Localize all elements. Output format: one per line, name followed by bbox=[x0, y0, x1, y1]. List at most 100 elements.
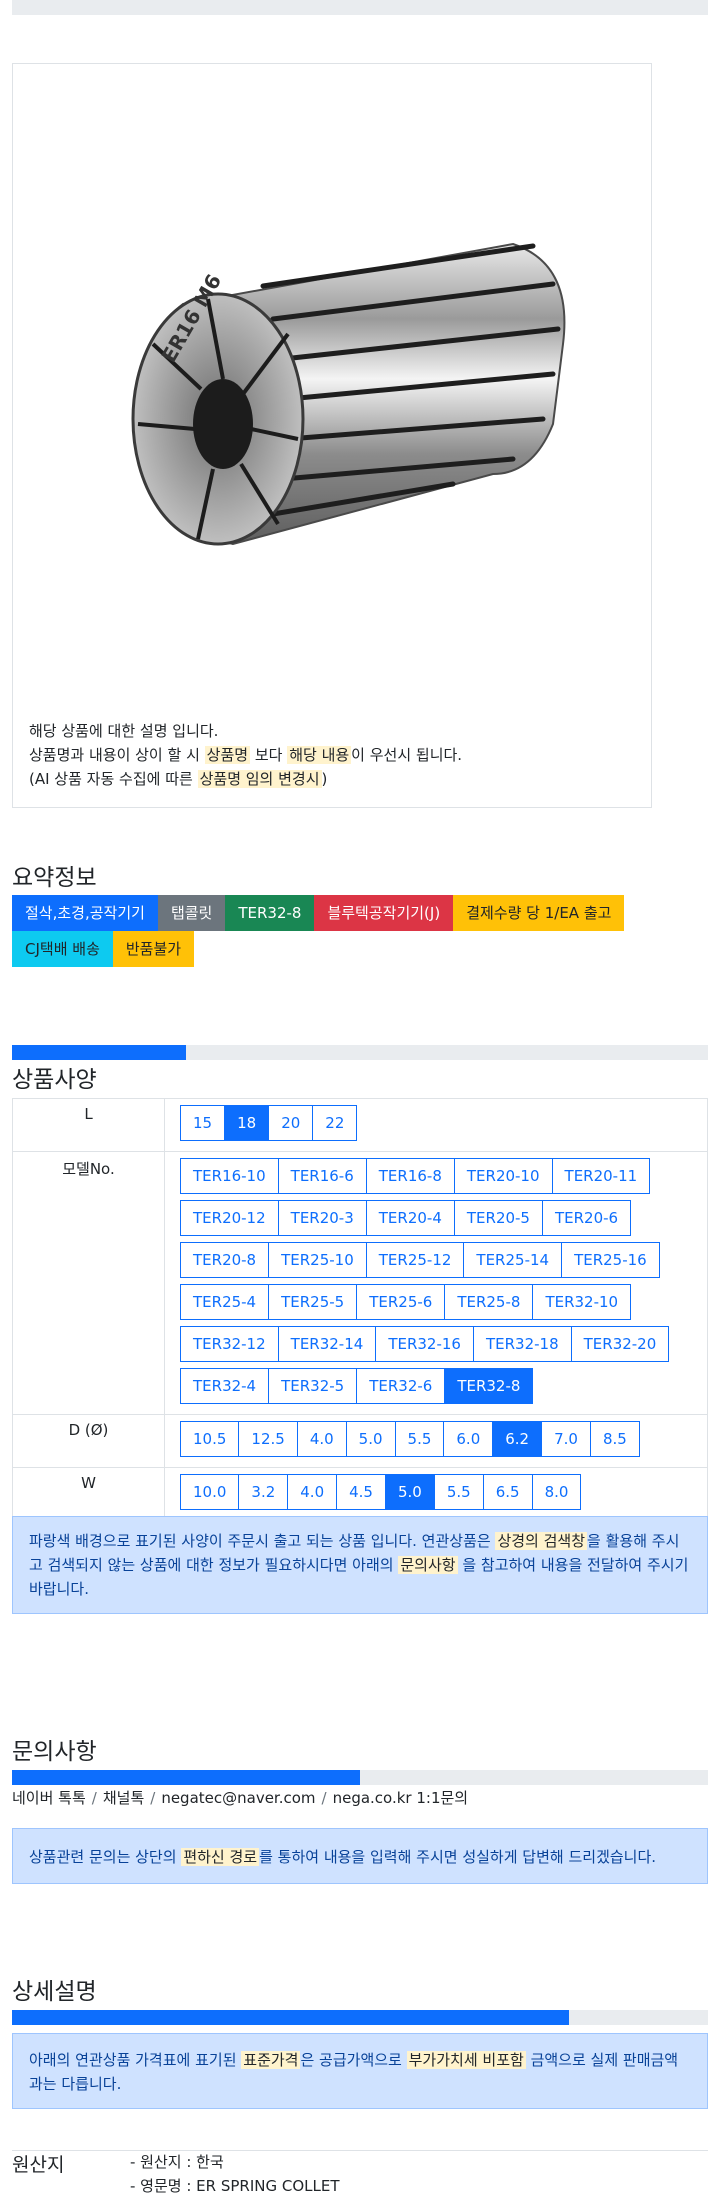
spec-option[interactable]: TER16-8 bbox=[365, 1158, 455, 1194]
badge-model: TER32-8 bbox=[225, 895, 315, 931]
spec-option[interactable]: 5.0 bbox=[345, 1421, 396, 1457]
spec-option[interactable]: TER25-14 bbox=[463, 1242, 563, 1278]
spec-key: 모델No. bbox=[12, 1151, 165, 1415]
spec-options: 10.0 3.2 4.0 4.5 5.0 5.5 6.5 8.0 bbox=[164, 1467, 708, 1521]
badge-shipping: CJ택배 배송 bbox=[12, 931, 113, 967]
spec-row: L 15 18 20 22 bbox=[12, 1098, 708, 1152]
description-line-3: (AI 상품 자동 수집에 따른 상품명 임의 변경시) bbox=[29, 770, 328, 788]
spec-option[interactable]: 4.0 bbox=[296, 1421, 347, 1457]
spec-option[interactable]: TER20-5 bbox=[453, 1200, 543, 1236]
spec-option[interactable]: 5.5 bbox=[394, 1421, 445, 1457]
spec-option[interactable]: TER25-10 bbox=[268, 1242, 367, 1278]
origin-info: - 원산지 : 한국 - 영문명 : ER SPRING COLLET bbox=[130, 2150, 340, 2196]
spec-option-selected[interactable]: 5.0 bbox=[384, 1474, 435, 1510]
spec-option[interactable]: 12.5 bbox=[238, 1421, 298, 1457]
origin-divider bbox=[12, 2150, 708, 2151]
spec-option[interactable]: TER16-6 bbox=[277, 1158, 367, 1194]
spec-table: L 15 18 20 22 모델No. TER16-10 TER16-6 TER16-8 TER2… bbox=[12, 1098, 708, 1521]
spec-key: D (Ø) bbox=[12, 1414, 165, 1468]
spec-key: W bbox=[12, 1467, 165, 1521]
detail-progress bbox=[12, 2010, 708, 2025]
inquiry-notice: 상품관련 문의는 상단의 편하신 경로 를 통하여 내용을 입력해 주시면 성실하… bbox=[12, 1828, 708, 1884]
spec-option[interactable]: TER32-20 bbox=[570, 1326, 670, 1362]
spec-option[interactable]: TER32-10 bbox=[532, 1284, 632, 1320]
top-bar bbox=[12, 0, 708, 15]
spec-option-selected[interactable]: TER32-8 bbox=[444, 1368, 534, 1404]
spec-row: D (Ø) 10.5 12.5 4.0 5.0 5.5 6.0 6.2 7.0 8.5 bbox=[12, 1414, 708, 1468]
contact-channel-talk[interactable]: 채널톡 bbox=[103, 1789, 144, 1807]
spec-option[interactable]: TER32-4 bbox=[180, 1368, 270, 1404]
spec-option[interactable]: 10.0 bbox=[180, 1474, 240, 1510]
product-image-card: ER16 M6 해당 상품에 대한 설명 입니다. 상품명과 내용이 상이 할 … bbox=[12, 63, 652, 808]
spec-option[interactable]: TER25-6 bbox=[356, 1284, 446, 1320]
spec-option[interactable]: 4.5 bbox=[336, 1474, 386, 1510]
spec-option[interactable]: 6.0 bbox=[443, 1421, 494, 1457]
product-page: ER16 M6 해당 상품에 대한 설명 입니다. 상품명과 내용이 상이 할 … bbox=[0, 0, 720, 2196]
specs-progress-fill bbox=[12, 1045, 186, 1060]
spec-option[interactable]: TER32-18 bbox=[472, 1326, 572, 1362]
summary-badges: 절삭,초경,공작기기 탭콜릿 TER32-8 블루텍공작기기(J) 결제수량 당… bbox=[12, 895, 692, 967]
spec-option[interactable]: TER25-5 bbox=[268, 1284, 358, 1320]
collet-product-image: ER16 M6 bbox=[131, 242, 566, 546]
spec-options: 10.5 12.5 4.0 5.0 5.5 6.0 6.2 7.0 8.5 bbox=[164, 1414, 708, 1468]
spec-option-selected[interactable]: 6.2 bbox=[492, 1421, 543, 1457]
spec-option[interactable]: TER20-3 bbox=[277, 1200, 367, 1236]
spec-option[interactable]: TER20-8 bbox=[180, 1242, 270, 1278]
spec-option[interactable]: 22 bbox=[312, 1105, 358, 1141]
origin-english-name: - 영문명 : ER SPRING COLLET bbox=[130, 2177, 340, 2195]
spec-option[interactable]: TER32-5 bbox=[268, 1368, 358, 1404]
spec-option[interactable]: TER16-10 bbox=[180, 1158, 279, 1194]
spec-row: 모델No. TER16-10 TER16-6 TER16-8 TER20-10 TER20… bbox=[12, 1151, 708, 1415]
spec-option[interactable]: 6.5 bbox=[482, 1474, 533, 1510]
detail-progress-fill bbox=[12, 2010, 569, 2025]
spec-option[interactable]: 5.5 bbox=[433, 1474, 484, 1510]
contact-naver-talk[interactable]: 네이버 톡톡 bbox=[12, 1789, 86, 1807]
contact-1to1[interactable]: nega.co.kr 1:1문의 bbox=[333, 1789, 469, 1807]
inquiry-progress bbox=[12, 1770, 708, 1785]
inquiry-title: 문의사항 bbox=[12, 1739, 97, 1765]
badge-type: 탭콜릿 bbox=[157, 895, 226, 931]
badge-category: 절삭,초경,공작기기 bbox=[12, 895, 158, 931]
spec-option[interactable]: TER32-16 bbox=[375, 1326, 474, 1362]
spec-option[interactable]: TER20-6 bbox=[541, 1200, 632, 1236]
spec-option[interactable]: 10.5 bbox=[180, 1421, 240, 1457]
spec-row: W 10.0 3.2 4.0 4.5 5.0 5.5 6.5 8.0 bbox=[12, 1467, 708, 1521]
description-line-2: 상품명과 내용이 상이 할 시 상품명 보다 해당 내용 이 우선시 됩니다. bbox=[29, 746, 463, 764]
spec-option[interactable]: 4.0 bbox=[287, 1474, 338, 1510]
description-line-1: 해당 상품에 대한 설명 입니다. bbox=[29, 722, 219, 740]
spec-option[interactable]: TER32-12 bbox=[180, 1326, 279, 1362]
spec-option[interactable]: TER32-14 bbox=[277, 1326, 377, 1362]
contact-email[interactable]: negatec@naver.com bbox=[161, 1789, 315, 1807]
spec-option[interactable]: 20 bbox=[268, 1105, 314, 1141]
detail-notice: 아래의 연관상품 가격표에 표기된 표준가격 은 공급가액으로 부가가치세 비포함… bbox=[12, 2033, 708, 2109]
spec-option[interactable]: 3.2 bbox=[238, 1474, 289, 1510]
specs-progress bbox=[12, 1045, 708, 1060]
origin-label: 원산지 bbox=[12, 2154, 65, 2176]
spec-options: TER16-10 TER16-6 TER16-8 TER20-10 TER20-11TE… bbox=[164, 1151, 708, 1415]
spec-option[interactable]: TER32-6 bbox=[356, 1368, 446, 1404]
spec-option[interactable]: 15 bbox=[180, 1105, 226, 1141]
spec-option[interactable]: TER20-12 bbox=[180, 1200, 279, 1236]
spec-option[interactable]: TER20-11 bbox=[551, 1158, 651, 1194]
spec-option[interactable]: 8.5 bbox=[589, 1421, 640, 1457]
badge-brand: 블루텍공작기기(J) bbox=[314, 895, 454, 931]
spec-option[interactable]: TER25-16 bbox=[561, 1242, 660, 1278]
spec-option[interactable]: TER25-12 bbox=[365, 1242, 465, 1278]
spec-option[interactable]: TER25-8 bbox=[444, 1284, 534, 1320]
spec-option[interactable]: 8.0 bbox=[531, 1474, 582, 1510]
inquiry-progress-fill bbox=[12, 1770, 360, 1785]
badge-quantity: 결제수량 당 1/EA 출고 bbox=[453, 895, 625, 931]
spec-option[interactable]: 7.0 bbox=[541, 1421, 591, 1457]
spec-key: L bbox=[12, 1098, 165, 1152]
spec-options: 15 18 20 22 bbox=[164, 1098, 708, 1152]
spec-option[interactable]: TER20-10 bbox=[453, 1158, 553, 1194]
spec-option[interactable]: TER25-4 bbox=[180, 1284, 270, 1320]
specs-title: 상품사양 bbox=[12, 1067, 97, 1093]
origin-country: - 원산지 : 한국 bbox=[130, 2153, 224, 2171]
spec-option-selected[interactable]: 18 bbox=[224, 1105, 270, 1141]
product-description: 해당 상품에 대한 설명 입니다. 상품명과 내용이 상이 할 시 상품명 보다… bbox=[29, 719, 462, 791]
badge-no-return: 반품불가 bbox=[112, 931, 195, 967]
contact-links: 네이버 톡톡 / 채널톡 / negatec@naver.com / nega.co.kr … bbox=[12, 1789, 469, 1807]
spec-option[interactable]: TER20-4 bbox=[365, 1200, 455, 1236]
detail-title: 상세설명 bbox=[12, 1979, 97, 2005]
